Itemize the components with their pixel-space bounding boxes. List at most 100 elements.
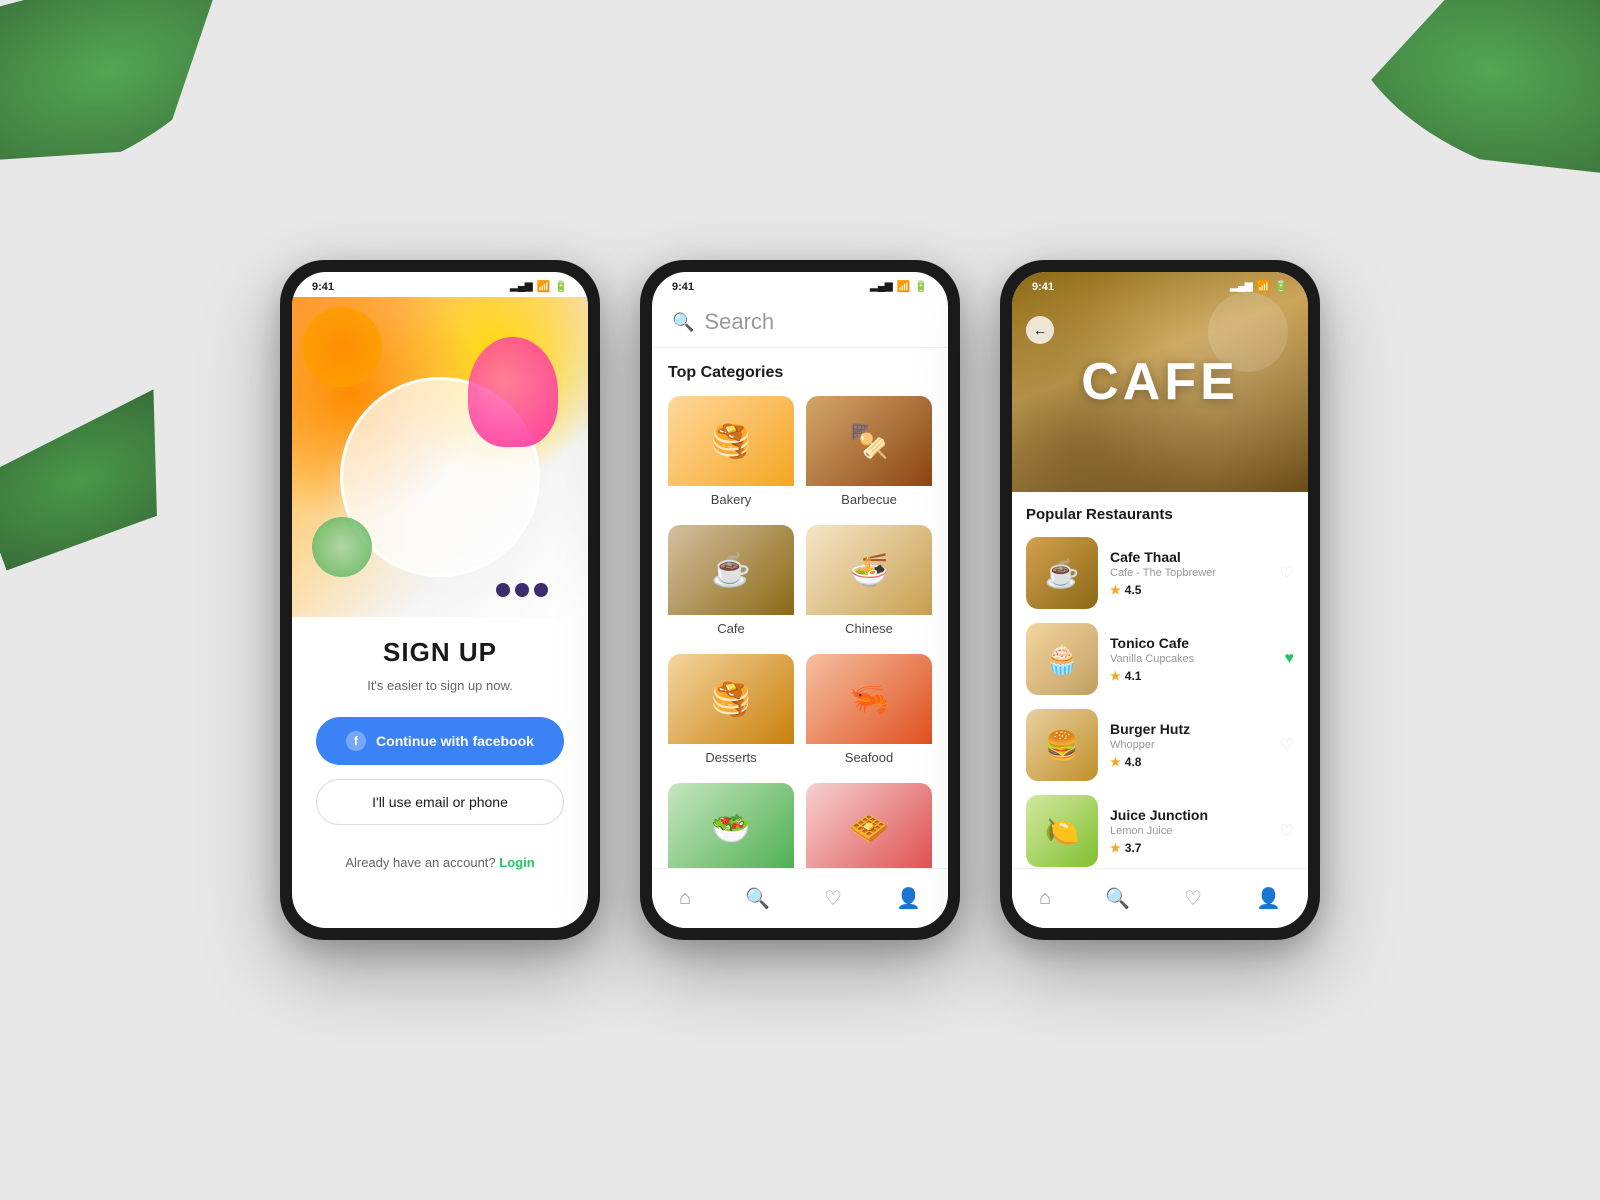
nav-heart-2[interactable]: ♡ bbox=[816, 878, 850, 919]
nav-user-3[interactable]: 👤 bbox=[1248, 878, 1289, 919]
bottom-nav-3: ⌂ 🔍 ♡ 👤 bbox=[1012, 868, 1308, 928]
phone-search: 9:41 ▂▄▆ 📶 🔋 🔍 Search Top Categories 🥞Ba… bbox=[640, 260, 960, 940]
restaurant-info-2: Burger Hutz Whopper ★4.8 bbox=[1110, 721, 1268, 769]
leaf-top-right bbox=[1315, 0, 1600, 196]
category-card-bakery[interactable]: 🥞Bakery bbox=[668, 396, 794, 513]
bottom-nav-2: ⌂ 🔍 ♡ 👤 bbox=[652, 868, 948, 928]
background: 9:41 ▂▄▆ 📶 🔋 bbox=[0, 0, 1600, 1200]
restaurant-sub-3: Lemon Juice bbox=[1110, 825, 1268, 837]
cafe-hero-title: CAFE bbox=[1081, 352, 1239, 412]
restaurant-name-1: Tonico Cafe bbox=[1110, 635, 1273, 651]
rating-value: 3.7 bbox=[1125, 841, 1142, 855]
hero-cafe: ← CAFE bbox=[1012, 272, 1308, 492]
category-image-chinese: 🍜 bbox=[806, 525, 932, 615]
status-time-2: 9:41 bbox=[672, 281, 694, 293]
wifi-icon-2: 📶 bbox=[897, 280, 911, 293]
login-link[interactable]: Login bbox=[499, 855, 534, 870]
leaf-left-mid bbox=[0, 389, 194, 570]
restaurant-list: Popular Restaurants ☕ Cafe Thaal Cafe - Th… bbox=[1012, 492, 1308, 928]
restaurant-sub-0: Cafe - The Topbrewer bbox=[1110, 567, 1268, 579]
nav-heart-3[interactable]: ♡ bbox=[1176, 878, 1210, 919]
category-card-cafe[interactable]: ☕Cafe bbox=[668, 525, 794, 642]
battery-icon-2: 🔋 bbox=[914, 280, 928, 293]
categories-grid: 🥞Bakery🍢Barbecue☕Cafe🍜Chinese🥞Desserts🦐S… bbox=[668, 396, 932, 884]
wifi-icon-3: 📶 bbox=[1257, 280, 1271, 293]
nav-home-2[interactable]: ⌂ bbox=[671, 879, 699, 918]
restaurant-thumb-img-3: 🍋 bbox=[1026, 795, 1098, 867]
category-image-greens: 🥗 bbox=[668, 783, 794, 873]
phone-signup: 9:41 ▂▄▆ 📶 🔋 bbox=[280, 260, 600, 940]
category-label-seafood: Seafood bbox=[806, 744, 932, 771]
blueberry bbox=[534, 583, 548, 597]
search-bar[interactable]: 🔍 Search bbox=[652, 297, 948, 348]
restaurant-thumb-3: 🍋 bbox=[1026, 795, 1098, 867]
heart-button-0[interactable]: ♡ bbox=[1280, 563, 1294, 583]
already-text: Already have an account? bbox=[345, 855, 495, 870]
wifi-icon: 📶 bbox=[537, 280, 551, 293]
restaurant-item-juice-junction[interactable]: 🍋 Juice Junction Lemon Juice ★ 3.7 ♡ bbox=[1026, 795, 1294, 867]
email-button[interactable]: I'll use email or phone bbox=[316, 779, 564, 825]
category-image-waffles: 🧇 bbox=[806, 783, 932, 873]
signal-icon: ▂▄▆ bbox=[510, 281, 532, 292]
heart-button-2[interactable]: ♡ bbox=[1280, 735, 1294, 755]
blueberry bbox=[496, 583, 510, 597]
restaurant-item-tonico-cafe[interactable]: 🧁 Tonico Cafe Vanilla Cupcakes ★4.1 ♥ bbox=[1026, 623, 1294, 695]
restaurant-item-burger-hutz[interactable]: 🍔 Burger Hutz Whopper ★4.8 ♡ bbox=[1026, 709, 1294, 781]
restaurant-thumb-img-2: 🍔 bbox=[1026, 709, 1098, 781]
heart-button-1[interactable]: ♥ bbox=[1285, 650, 1295, 668]
nav-user-2[interactable]: 👤 bbox=[888, 878, 929, 919]
restaurant-item-cafe-thaal[interactable]: ☕Cafe ThaalCafe - The Topbrewer★4.5♡ bbox=[1026, 537, 1294, 609]
restaurant-rating-2: ★4.8 bbox=[1110, 755, 1268, 769]
restaurant-sub-1: Vanilla Cupcakes bbox=[1110, 653, 1273, 665]
nav-search-2[interactable]: 🔍 bbox=[737, 878, 778, 919]
category-card-seafood[interactable]: 🦐Seafood bbox=[806, 654, 932, 771]
status-bar-1: 9:41 ▂▄▆ 📶 🔋 bbox=[292, 272, 588, 297]
status-time-1: 9:41 bbox=[312, 281, 334, 293]
signal-icon-3: ▂▄▆ bbox=[1230, 281, 1252, 292]
restaurant-rating-3: ★ 3.7 bbox=[1110, 841, 1268, 855]
category-label-barbecue: Barbecue bbox=[806, 486, 932, 513]
status-icons-3: ▂▄▆ 📶 🔋 bbox=[1230, 280, 1288, 293]
category-image-seafood: 🦐 bbox=[806, 654, 932, 744]
category-card-chinese[interactable]: 🍜Chinese bbox=[806, 525, 932, 642]
restaurant-thumb-2: 🍔 bbox=[1026, 709, 1098, 781]
orange-slice bbox=[302, 307, 382, 387]
signup-content: SIGN UP It's easier to sign up now. f Co… bbox=[292, 617, 588, 890]
dragon-fruit bbox=[468, 337, 558, 447]
restaurant-name-3: Juice Junction bbox=[1110, 807, 1268, 823]
category-card-desserts[interactable]: 🥞Desserts bbox=[668, 654, 794, 771]
star-icon: ★ bbox=[1110, 669, 1121, 683]
restaurant-name-2: Burger Hutz bbox=[1110, 721, 1268, 737]
heart-button-3[interactable]: ♡ bbox=[1280, 821, 1294, 841]
status-icons-2: ▂▄▆ 📶 🔋 bbox=[870, 280, 928, 293]
signal-icon-2: ▂▄▆ bbox=[870, 281, 892, 292]
restaurant-name-0: Cafe Thaal bbox=[1110, 549, 1268, 565]
nav-home-3[interactable]: ⌂ bbox=[1031, 879, 1059, 918]
restaurant-thumb-img-1: 🧁 bbox=[1026, 623, 1098, 695]
back-button[interactable]: ← bbox=[1026, 316, 1054, 344]
restaurant-thumb-0: ☕ bbox=[1026, 537, 1098, 609]
category-image-barbecue: 🍢 bbox=[806, 396, 932, 486]
category-card-barbecue[interactable]: 🍢Barbecue bbox=[806, 396, 932, 513]
search-input[interactable]: Search bbox=[704, 309, 774, 335]
hero-food-image bbox=[292, 297, 588, 617]
battery-icon-3: 🔋 bbox=[1274, 280, 1288, 293]
category-label-bakery: Bakery bbox=[668, 486, 794, 513]
category-label-chinese: Chinese bbox=[806, 615, 932, 642]
signup-subtitle: It's easier to sign up now. bbox=[316, 678, 564, 693]
restaurant-thumb-img-0: ☕ bbox=[1026, 537, 1098, 609]
star-icon: ★ bbox=[1110, 841, 1121, 855]
restaurant-sub-2: Whopper bbox=[1110, 739, 1268, 751]
popular-restaurants-title: Popular Restaurants bbox=[1026, 506, 1294, 523]
restaurant-rating-1: ★4.1 bbox=[1110, 669, 1273, 683]
rating-value: 4.8 bbox=[1125, 755, 1142, 769]
nav-search-3[interactable]: 🔍 bbox=[1097, 878, 1138, 919]
category-image-bakery: 🥞 bbox=[668, 396, 794, 486]
facebook-button[interactable]: f Continue with facebook bbox=[316, 717, 564, 765]
search-icon: 🔍 bbox=[672, 312, 694, 333]
category-label-cafe: Cafe bbox=[668, 615, 794, 642]
categories-section: Top Categories 🥞Bakery🍢Barbecue☕Cafe🍜Chi… bbox=[652, 348, 948, 884]
category-label-desserts: Desserts bbox=[668, 744, 794, 771]
restaurant-thumb-1: 🧁 bbox=[1026, 623, 1098, 695]
kiwi-slice bbox=[312, 517, 372, 577]
